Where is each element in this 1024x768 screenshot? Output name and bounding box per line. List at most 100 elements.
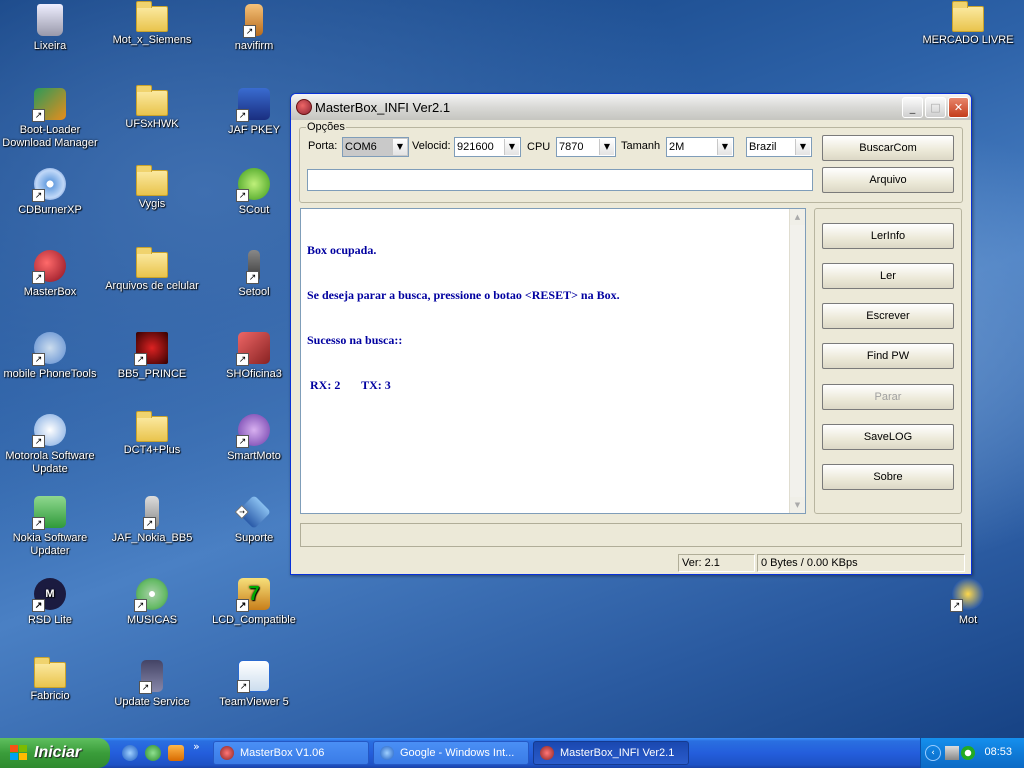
desktop-icon-update-service[interactable]: Update Service	[102, 660, 202, 709]
taskbar-item-internet-explorer[interactable]: Google - Windows Int...	[373, 741, 529, 765]
taskbar-item-masterbox-v106[interactable]: MasterBox V1.06	[213, 741, 369, 765]
desktop-icon-smartmoto[interactable]: SmartMoto	[204, 414, 304, 463]
teamviewer-icon	[237, 660, 270, 693]
desktop-icon-bb5-prince[interactable]: BB5_PRINCE	[102, 332, 202, 381]
escrever-button[interactable]: Escrever	[822, 303, 954, 329]
desktop-icon-nokia-updater[interactable]: Nokia Software Updater	[0, 496, 100, 558]
folder-icon	[952, 1, 984, 32]
log-scrollbar[interactable]: ▲ ▼	[789, 209, 805, 513]
start-label: Iniciar	[34, 744, 82, 761]
lerinfo-button[interactable]: LerInfo	[822, 223, 954, 249]
quicklaunch-more-icon[interactable]: »	[193, 741, 203, 758]
start-button[interactable]: Iniciar	[0, 738, 110, 768]
chevron-down-icon[interactable]: ▼	[795, 139, 810, 155]
desktop-icon-teamviewer[interactable]: TeamViewer 5	[204, 660, 304, 709]
desktop-icon-jaf-nokia-bb5[interactable]: JAF_Nokia_BB5	[102, 496, 202, 545]
desktop-icon-cdburnerxp[interactable]: CDBurnerXP	[0, 168, 100, 217]
desktop-icon-musicas[interactable]: MUSICAS	[102, 578, 202, 627]
desktop-icon-lcd-compatible[interactable]: 7 LCD_Compatible	[204, 578, 304, 627]
desktop-icon-label: SCout	[238, 204, 270, 216]
desktop-icon-motorola-update[interactable]: Motorola Software Update	[0, 414, 100, 476]
scroll-up-icon[interactable]: ▲	[790, 209, 805, 225]
folder-icon	[136, 165, 168, 196]
scroll-down-icon[interactable]: ▼	[790, 497, 805, 513]
desktop-icon-scout[interactable]: SCout	[204, 168, 304, 217]
masterbox-app-icon	[540, 746, 554, 760]
clock: 08:53	[984, 746, 1012, 758]
minimize-button[interactable]: _	[902, 97, 923, 118]
desktop-icon-dct4plus[interactable]: DCT4+Plus	[102, 411, 202, 457]
desktop-icon-bootloader[interactable]: Boot-Loader Download Manager	[0, 88, 100, 150]
desktop-icon-label: SHOficina3	[226, 368, 282, 380]
task-label: MasterBox_INFI Ver2.1	[560, 747, 675, 759]
cpu-select[interactable]: 7870 ▼	[556, 137, 616, 157]
desktop-icon-suporte[interactable]: Suporte	[204, 495, 304, 545]
close-button[interactable]: ✕	[948, 97, 969, 118]
desktop-icon-label: Boot-Loader Download Manager	[2, 124, 98, 149]
chevron-down-icon[interactable]: ▼	[717, 139, 732, 155]
chevron-down-icon[interactable]: ▼	[504, 139, 519, 155]
desktop-icon-mercado-livre[interactable]: MERCADO LIVRE	[918, 1, 1018, 47]
motorola-update-icon	[32, 414, 66, 448]
scout-icon	[236, 168, 270, 202]
desktop-icon-ufsxhwk[interactable]: UFSxHWK	[102, 85, 202, 131]
bb5-prince-icon	[134, 332, 168, 366]
desktop-icon-vygis[interactable]: Vygis	[102, 165, 202, 211]
arquivo-button[interactable]: Arquivo	[822, 167, 954, 193]
taskbar-item-masterbox-infi[interactable]: MasterBox_INFI Ver2.1	[533, 741, 689, 765]
folder-icon	[136, 85, 168, 116]
desktop-icon-fabricio[interactable]: Fabricio	[0, 657, 100, 703]
maximize-button[interactable]: □	[925, 97, 946, 118]
desktop-icon-label: CDBurnerXP	[18, 204, 82, 216]
size-select[interactable]: 2M ▼	[666, 137, 734, 157]
desktop-icon-label: Update Service	[114, 696, 190, 708]
desktop-icon-mot-x-siemens[interactable]: Mot_x_Siemens	[102, 1, 202, 47]
chevron-down-icon[interactable]: ▼	[392, 139, 407, 155]
log-line: Box ocupada.	[307, 243, 377, 257]
region-select[interactable]: Brazil ▼	[746, 137, 812, 157]
title-bar[interactable]: MasterBox_INFI Ver2.1 _ □ ✕	[291, 94, 971, 120]
file-path-field[interactable]	[307, 169, 813, 191]
desktop-icon-label: Motorola Software Update	[5, 450, 95, 475]
folder-icon	[136, 1, 168, 32]
savelog-button[interactable]: SaveLOG	[822, 424, 954, 450]
task-label: MasterBox V1.06	[240, 747, 325, 759]
log-output[interactable]: Box ocupada. Se deseja parar a busca, pr…	[300, 208, 806, 514]
desktop-icon-navifirm[interactable]: navifirm	[204, 4, 304, 53]
desktop-icon-jaf-pkey[interactable]: JAF PKEY	[204, 88, 304, 137]
desktop-icon-lixeira[interactable]: Lixeira	[0, 4, 100, 53]
nokia-updater-icon	[32, 496, 66, 530]
desktop-icon-shoficina3[interactable]: SHOficina3	[204, 332, 304, 381]
desktop-icon-mobile-phonetools[interactable]: mobile PhoneTools	[0, 332, 100, 381]
desktop-icon-label: mobile PhoneTools	[3, 368, 97, 380]
messenger-icon[interactable]	[145, 745, 161, 761]
buscarcom-button[interactable]: BuscarCom	[822, 135, 954, 161]
desktop-icon-mot[interactable]: Mot	[918, 578, 1018, 627]
desktop-icon-rsd-lite[interactable]: M RSD Lite	[0, 578, 100, 627]
shoficina-icon	[236, 332, 270, 366]
log-line: RX: 2 TX: 3	[307, 378, 391, 392]
chevron-down-icon[interactable]: ▼	[599, 139, 614, 155]
security-icon[interactable]	[961, 746, 975, 760]
internet-explorer-icon[interactable]	[122, 745, 138, 761]
ler-button[interactable]: Ler	[822, 263, 954, 289]
port-select[interactable]: COM6 ▼	[342, 137, 409, 157]
media-player-icon[interactable]	[168, 745, 184, 761]
network-icon[interactable]	[945, 746, 959, 760]
desktop-icon-label: SmartMoto	[227, 450, 281, 462]
folder-icon	[136, 247, 168, 278]
desktop-icon-label: Lixeira	[33, 40, 67, 52]
folder-icon	[34, 657, 66, 688]
desktop-icon-setool[interactable]: Setool	[204, 250, 304, 299]
status-transfer: 0 Bytes / 0.00 KBps	[757, 554, 965, 572]
progress-bar	[300, 523, 962, 547]
region-value: Brazil	[749, 141, 777, 153]
desktop-icon-masterbox[interactable]: MasterBox	[0, 250, 100, 299]
desktop-icon-arquivos-celular[interactable]: Arquivos de celular	[102, 247, 202, 293]
desktop-icon-label: Setool	[238, 286, 270, 298]
sobre-button[interactable]: Sobre	[822, 464, 954, 490]
recycle-bin-icon	[37, 4, 63, 36]
speed-select[interactable]: 921600 ▼	[454, 137, 521, 157]
tray-expand-icon[interactable]: ‹	[925, 745, 941, 761]
findpw-button[interactable]: Find PW	[822, 343, 954, 369]
